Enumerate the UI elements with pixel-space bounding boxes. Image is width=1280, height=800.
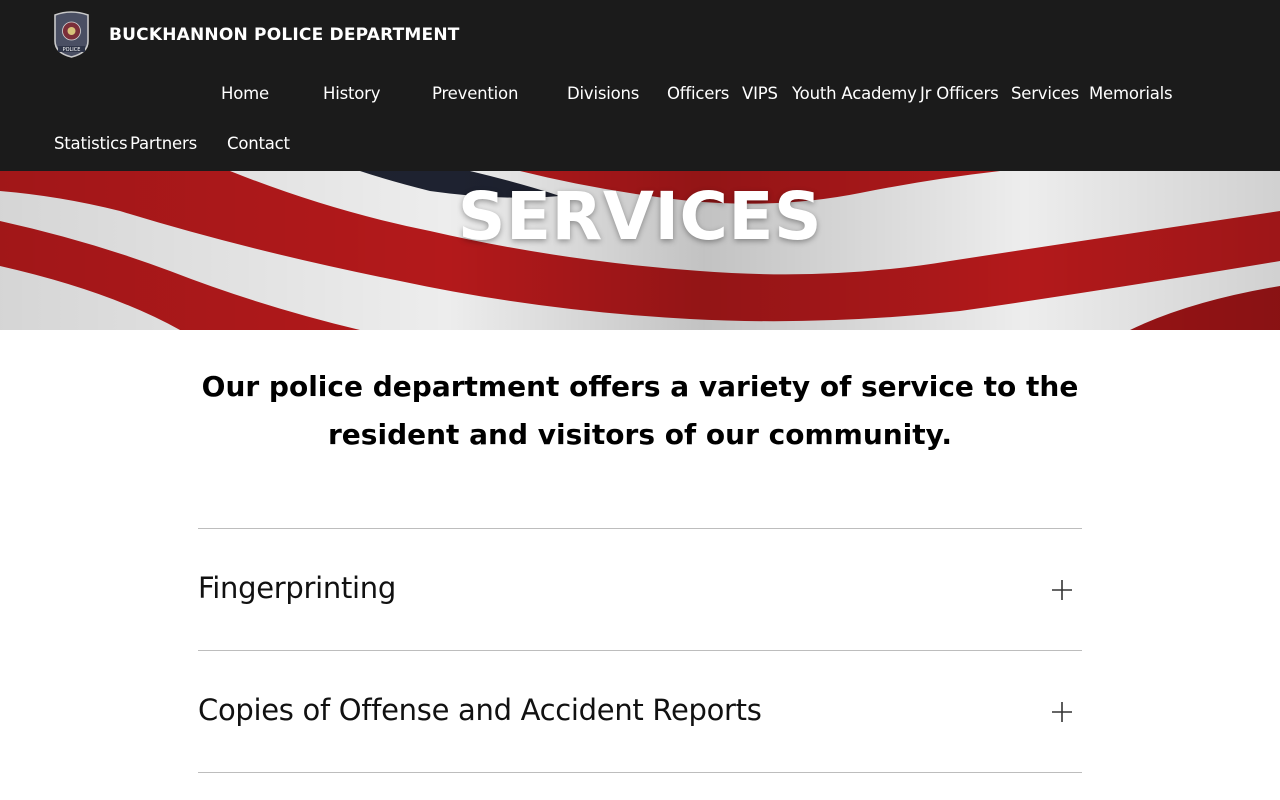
nav-home[interactable]: Home: [221, 84, 269, 103]
accordion-item-fingerprinting[interactable]: Fingerprinting: [198, 529, 1082, 651]
page-title: SERVICES: [457, 178, 823, 255]
intro-text: Our police department offers a variety o…: [201, 370, 1079, 451]
plus-icon[interactable]: [1051, 701, 1073, 723]
site-title[interactable]: BUCKHANNON POLICE DEPARTMENT: [109, 25, 460, 45]
accordion-item-reports[interactable]: Copies of Offense and Accident Reports: [198, 651, 1082, 773]
nav-history[interactable]: History: [323, 84, 381, 103]
site-header: POLICE BUCKHANNON POLICE DEPARTMENT Home…: [0, 0, 1280, 171]
accordion-item-label: Copies of Offense and Accident Reports: [198, 693, 762, 727]
nav-memorials[interactable]: Memorials: [1089, 84, 1173, 103]
divider: [198, 772, 1082, 773]
nav-services[interactable]: Services: [1011, 84, 1079, 103]
nav-officers[interactable]: Officers: [667, 84, 729, 103]
plus-icon[interactable]: [1051, 579, 1073, 601]
accordion-item-label: Fingerprinting: [198, 571, 396, 605]
nav-statistics[interactable]: Statistics: [54, 134, 128, 153]
nav-partners[interactable]: Partners: [130, 134, 197, 153]
nav-youth-academy[interactable]: Youth Academy: [792, 84, 917, 103]
nav-jr-officers[interactable]: Jr Officers: [920, 84, 999, 103]
nav-divisions[interactable]: Divisions: [567, 84, 639, 103]
police-badge-logo[interactable]: POLICE: [52, 11, 91, 58]
hero-banner: SERVICES: [0, 171, 1280, 330]
nav-prevention[interactable]: Prevention: [432, 84, 518, 103]
logo-text: POLICE: [63, 47, 81, 53]
nav-contact[interactable]: Contact: [227, 134, 290, 153]
nav-vips[interactable]: VIPS: [742, 84, 778, 103]
